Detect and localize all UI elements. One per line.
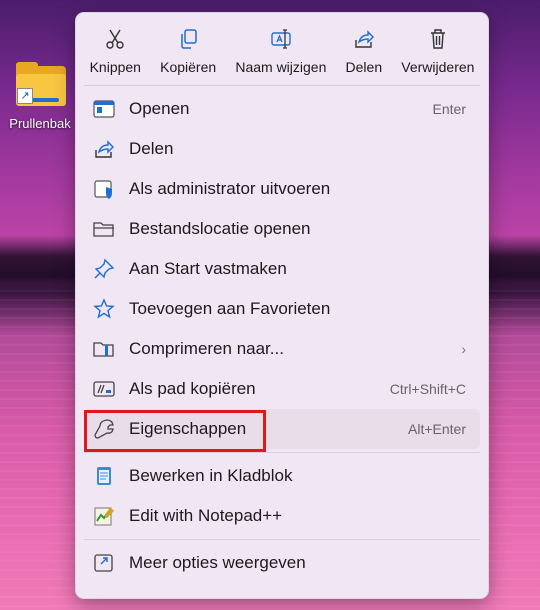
more-options-icon	[93, 552, 115, 574]
copy-button[interactable]: Kopiëren	[151, 13, 226, 85]
context-menu: Knippen Kopiëren Naam wijzigen Delen Ver…	[75, 12, 489, 599]
menu-item-label: Als administrator uitvoeren	[129, 179, 331, 198]
menu-item-copy-as-path[interactable]: Als pad kopiëren Ctrl+Shift+C	[84, 369, 480, 409]
star-icon	[93, 298, 115, 320]
desktop-shortcut-recycle[interactable]: ↗ Prullenbak	[2, 62, 78, 131]
primary-items: Openen Enter Delen Als administrator uit…	[76, 86, 488, 452]
menu-item-edit-notepadpp[interactable]: Edit with Notepad++	[84, 496, 480, 536]
window-icon	[93, 98, 115, 120]
copy-label: Kopiëren	[160, 59, 217, 75]
menu-item-label: Openen	[129, 99, 190, 118]
menu-item-label: Bewerken in Kladblok	[129, 466, 293, 485]
menu-item-properties[interactable]: Eigenschappen Alt+Enter	[84, 409, 480, 449]
context-toolbar: Knippen Kopiëren Naam wijzigen Delen Ver…	[76, 13, 488, 85]
menu-item-run-as-admin[interactable]: Als administrator uitvoeren	[84, 169, 480, 209]
menu-item-pin-to-start[interactable]: Aan Start vastmaken	[84, 249, 480, 289]
admin-shield-icon	[93, 178, 115, 200]
shortcut-arrow-icon: ↗	[17, 88, 33, 104]
menu-item-label: Comprimeren naar...	[129, 339, 284, 358]
rename-icon	[269, 27, 293, 51]
menu-item-edit-notepad[interactable]: Bewerken in Kladblok	[84, 456, 480, 496]
menu-item-label: Aan Start vastmaken	[129, 259, 287, 278]
copy-icon	[176, 27, 200, 51]
menu-item-label: Toevoegen aan Favorieten	[129, 299, 331, 318]
menu-item-label: Edit with Notepad++	[129, 506, 283, 525]
share-icon	[93, 138, 115, 160]
menu-item-add-favorites[interactable]: Toevoegen aan Favorieten	[84, 289, 480, 329]
menu-item-share[interactable]: Delen	[84, 129, 480, 169]
menu-item-label: Als pad kopiëren	[129, 379, 256, 398]
notepad-plus-plus-icon	[93, 505, 115, 527]
pin-icon	[93, 258, 115, 280]
path-icon	[93, 378, 115, 400]
shortcut-text: Ctrl+Shift+C	[389, 381, 466, 397]
menu-item-label: Eigenschappen	[129, 419, 247, 438]
delete-label: Verwijderen	[401, 59, 475, 75]
folder-open-icon	[93, 218, 115, 240]
delete-button[interactable]: Verwijderen	[392, 13, 484, 85]
cut-label: Knippen	[89, 59, 141, 75]
zip-folder-icon	[93, 338, 115, 360]
rename-button[interactable]: Naam wijzigen	[226, 13, 336, 85]
menu-item-label: Bestandslocatie openen	[129, 219, 311, 238]
menu-item-open[interactable]: Openen Enter	[84, 89, 480, 129]
chevron-right-icon: ›	[461, 341, 466, 357]
scissors-icon	[103, 27, 127, 51]
cut-button[interactable]: Knippen	[80, 13, 151, 85]
desktop-icon-label: Prullenbak	[9, 116, 71, 131]
footer-items: Meer opties weergeven	[76, 540, 488, 586]
extension-items: Bewerken in Kladblok Edit with Notepad++	[76, 453, 488, 539]
share-button[interactable]: Delen	[336, 13, 392, 85]
notepad-icon	[93, 465, 115, 487]
menu-item-compress[interactable]: Comprimeren naar... ›	[84, 329, 480, 369]
menu-item-open-location[interactable]: Bestandslocatie openen	[84, 209, 480, 249]
share-icon	[352, 27, 376, 51]
folder-icon: ↗	[11, 62, 69, 112]
shortcut-text: Alt+Enter	[408, 421, 466, 437]
wrench-icon	[93, 418, 115, 440]
share-label: Delen	[345, 59, 383, 75]
shortcut-text: Enter	[432, 101, 466, 117]
menu-item-label: Delen	[129, 139, 174, 158]
rename-label: Naam wijzigen	[235, 59, 327, 75]
menu-item-label: Meer opties weergeven	[129, 553, 306, 572]
trash-icon	[426, 27, 450, 51]
menu-item-more-options[interactable]: Meer opties weergeven	[84, 543, 480, 583]
